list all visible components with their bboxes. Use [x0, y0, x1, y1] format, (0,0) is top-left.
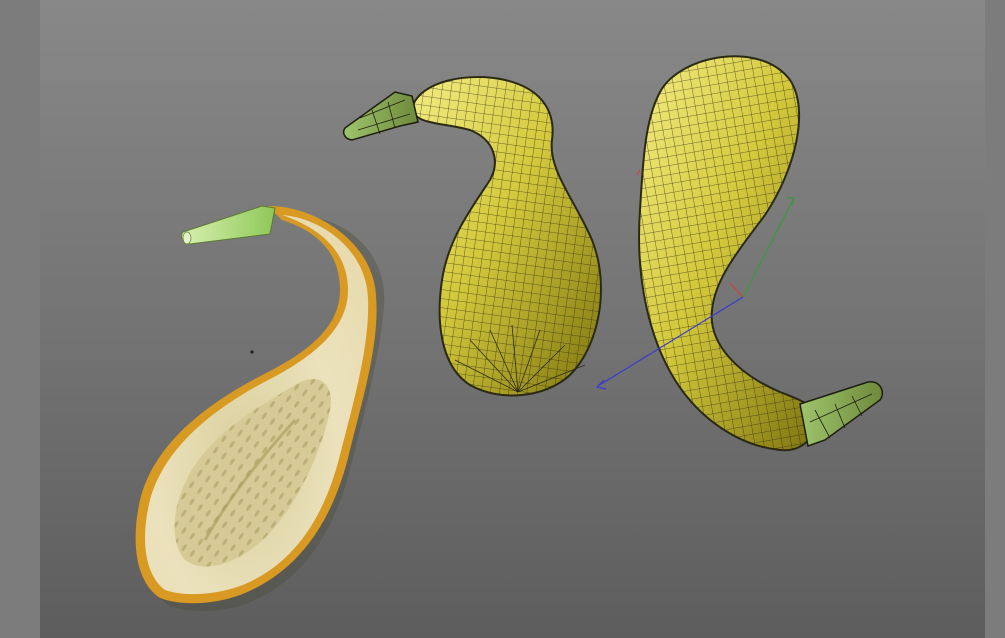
squash-wireframe-right[interactable]: [638, 55, 884, 452]
stray-vertex: [250, 350, 254, 354]
x-axis-handle[interactable]: [729, 282, 744, 298]
app-window: [0, 0, 1005, 638]
sliced-squash[interactable]: [135, 205, 385, 611]
mid-stem: [342, 91, 419, 141]
viewport-scene[interactable]: [0, 0, 1005, 638]
squash-wireframe-middle[interactable]: [342, 76, 602, 397]
right-stem: [799, 381, 884, 447]
squash-stem-cut: [181, 205, 276, 245]
